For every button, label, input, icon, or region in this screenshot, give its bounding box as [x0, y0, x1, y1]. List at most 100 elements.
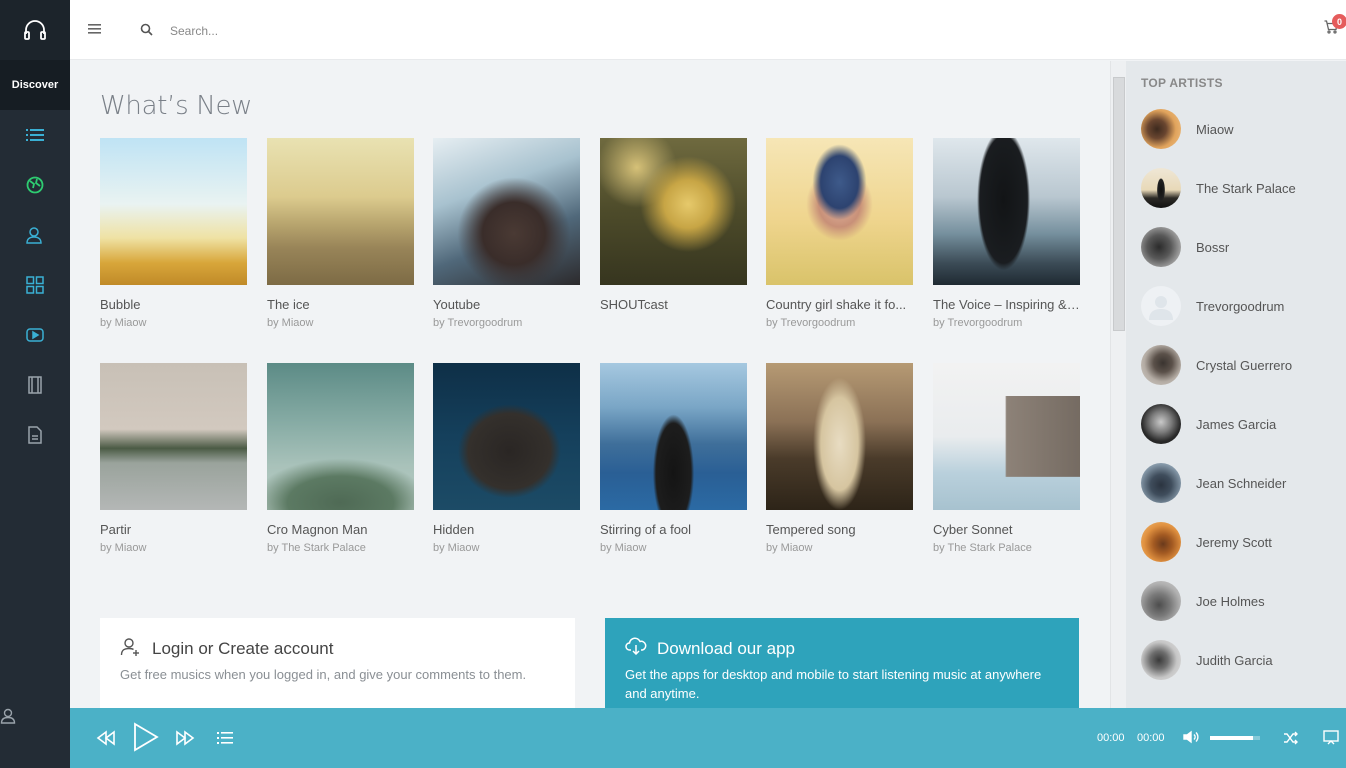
main-scrollbar[interactable] — [1110, 61, 1126, 708]
sidebar-item-file[interactable] — [0, 410, 70, 460]
album-card[interactable]: Tempered song by Miaow — [766, 363, 913, 554]
album-title[interactable]: SHOUTcast — [600, 297, 747, 312]
volume-slider[interactable] — [1210, 736, 1260, 740]
artist-name[interactable]: Jeremy Scott — [1196, 535, 1272, 550]
album-cover[interactable] — [267, 138, 414, 285]
album-artist[interactable]: by Trevorgoodrum — [933, 317, 1080, 329]
album-artist[interactable]: by Miaow — [433, 542, 580, 554]
menu-button[interactable] — [88, 22, 102, 40]
album-cover[interactable] — [766, 138, 913, 285]
artist-name[interactable]: Jean Schneider — [1196, 476, 1286, 491]
artist-item[interactable]: The Stark Palace — [1141, 168, 1341, 208]
album-artist[interactable]: by Miaow — [267, 317, 414, 329]
avatar[interactable] — [1141, 463, 1181, 503]
album-cover[interactable] — [100, 363, 247, 510]
artist-item[interactable]: Jean Schneider — [1141, 463, 1341, 503]
sidebar-item-globe[interactable] — [0, 160, 70, 210]
album-card[interactable]: Partir by Miaow — [100, 363, 247, 554]
sidebar-item-users[interactable] — [0, 210, 70, 260]
play-button[interactable] — [132, 722, 160, 757]
album-card[interactable]: The ice by Miaow — [267, 138, 414, 329]
artist-name[interactable]: Judith Garcia — [1196, 653, 1273, 668]
album-title[interactable]: Country girl shake it fo... — [766, 297, 913, 312]
avatar[interactable] — [1141, 109, 1181, 149]
album-artist[interactable]: by Miaow — [100, 317, 247, 329]
album-cover[interactable] — [267, 363, 414, 510]
sidebar-item-list[interactable] — [0, 110, 70, 160]
artist-name[interactable]: Trevorgoodrum — [1196, 299, 1284, 314]
album-title[interactable]: Tempered song — [766, 522, 913, 537]
album-card[interactable]: Country girl shake it fo... by Trevorgoo… — [766, 138, 913, 329]
artist-item[interactable]: Jeremy Scott — [1141, 522, 1341, 562]
login-promo[interactable]: Login or Create account Get free musics … — [100, 618, 575, 708]
album-card[interactable]: Cro Magnon Man by The Stark Palace — [267, 363, 414, 554]
artist-item[interactable]: Crystal Guerrero — [1141, 345, 1341, 385]
album-artist[interactable]: by Trevorgoodrum — [433, 317, 580, 329]
sidebar-item-video[interactable] — [0, 310, 70, 360]
album-artist[interactable]: by Trevorgoodrum — [766, 317, 913, 329]
album-artist[interactable]: by The Stark Palace — [267, 542, 414, 554]
album-card[interactable]: Cyber Sonnet by The Stark Palace — [933, 363, 1080, 554]
volume-button[interactable] — [1183, 730, 1199, 749]
avatar[interactable] — [1141, 227, 1181, 267]
album-artist[interactable]: by Miaow — [100, 542, 247, 554]
shuffle-button[interactable] — [1283, 731, 1299, 750]
cast-button[interactable] — [1323, 730, 1339, 750]
artist-name[interactable]: The Stark Palace — [1196, 181, 1296, 196]
album-card[interactable]: Stirring of a fool by Miaow — [600, 363, 747, 554]
album-title[interactable]: Youtube — [433, 297, 580, 312]
user-profile-button[interactable] — [0, 708, 70, 768]
album-title[interactable]: Cyber Sonnet — [933, 522, 1080, 537]
album-card[interactable]: Bubble by Miaow — [100, 138, 247, 329]
album-cover[interactable] — [433, 363, 580, 510]
avatar[interactable] — [1141, 168, 1181, 208]
album-artist[interactable]: by Miaow — [766, 542, 913, 554]
album-title[interactable]: The ice — [267, 297, 414, 312]
album-title[interactable]: Stirring of a fool — [600, 522, 747, 537]
album-cover[interactable] — [766, 363, 913, 510]
previous-button[interactable] — [95, 727, 117, 754]
album-card[interactable]: The Voice – Inspiring & ... by Trevorgoo… — [933, 138, 1080, 329]
album-artist[interactable]: by Miaow — [600, 542, 747, 554]
album-card[interactable]: SHOUTcast — [600, 138, 747, 317]
download-promo[interactable]: Download our app Get the apps for deskto… — [605, 618, 1079, 708]
scrollbar-thumb[interactable] — [1113, 77, 1125, 331]
album-title[interactable]: Partir — [100, 522, 247, 537]
artist-name[interactable]: Bossr — [1196, 240, 1229, 255]
album-title[interactable]: The Voice – Inspiring & ... — [933, 297, 1080, 312]
artist-name[interactable]: James Garcia — [1196, 417, 1276, 432]
sidebar-item-film[interactable] — [0, 360, 70, 410]
avatar[interactable] — [1141, 522, 1181, 562]
album-cover[interactable] — [100, 138, 247, 285]
avatar[interactable] — [1141, 286, 1181, 326]
album-title[interactable]: Hidden — [433, 522, 580, 537]
avatar[interactable] — [1141, 404, 1181, 444]
search-input[interactable] — [170, 20, 470, 42]
login-promo-title[interactable]: Login or Create account — [152, 639, 333, 659]
artist-item[interactable]: Judith Garcia — [1141, 640, 1341, 680]
album-card[interactable]: Youtube by Trevorgoodrum — [433, 138, 580, 329]
artist-item[interactable]: Joe Holmes — [1141, 581, 1341, 621]
album-artist[interactable]: by The Stark Palace — [933, 542, 1080, 554]
avatar[interactable] — [1141, 581, 1181, 621]
avatar[interactable] — [1141, 345, 1181, 385]
artist-item[interactable]: James Garcia — [1141, 404, 1341, 444]
album-title[interactable]: Cro Magnon Man — [267, 522, 414, 537]
avatar[interactable] — [1141, 640, 1181, 680]
artist-name[interactable]: Crystal Guerrero — [1196, 358, 1292, 373]
album-cover[interactable] — [600, 363, 747, 510]
album-cover[interactable] — [600, 138, 747, 285]
sidebar-item-grid[interactable] — [0, 260, 70, 310]
artist-item[interactable]: Bossr — [1141, 227, 1341, 267]
album-cover[interactable] — [933, 363, 1080, 510]
album-cover[interactable] — [433, 138, 580, 285]
artist-item[interactable]: Trevorgoodrum — [1141, 286, 1341, 326]
playlist-button[interactable] — [217, 731, 233, 750]
artist-name[interactable]: Miaow — [1196, 122, 1234, 137]
download-promo-title[interactable]: Download our app — [657, 639, 795, 659]
artist-item[interactable]: Miaow — [1141, 109, 1341, 149]
logo[interactable] — [0, 0, 70, 60]
album-card[interactable]: Hidden by Miaow — [433, 363, 580, 554]
sidebar-item-discover[interactable]: Discover — [0, 60, 70, 110]
album-title[interactable]: Bubble — [100, 297, 247, 312]
